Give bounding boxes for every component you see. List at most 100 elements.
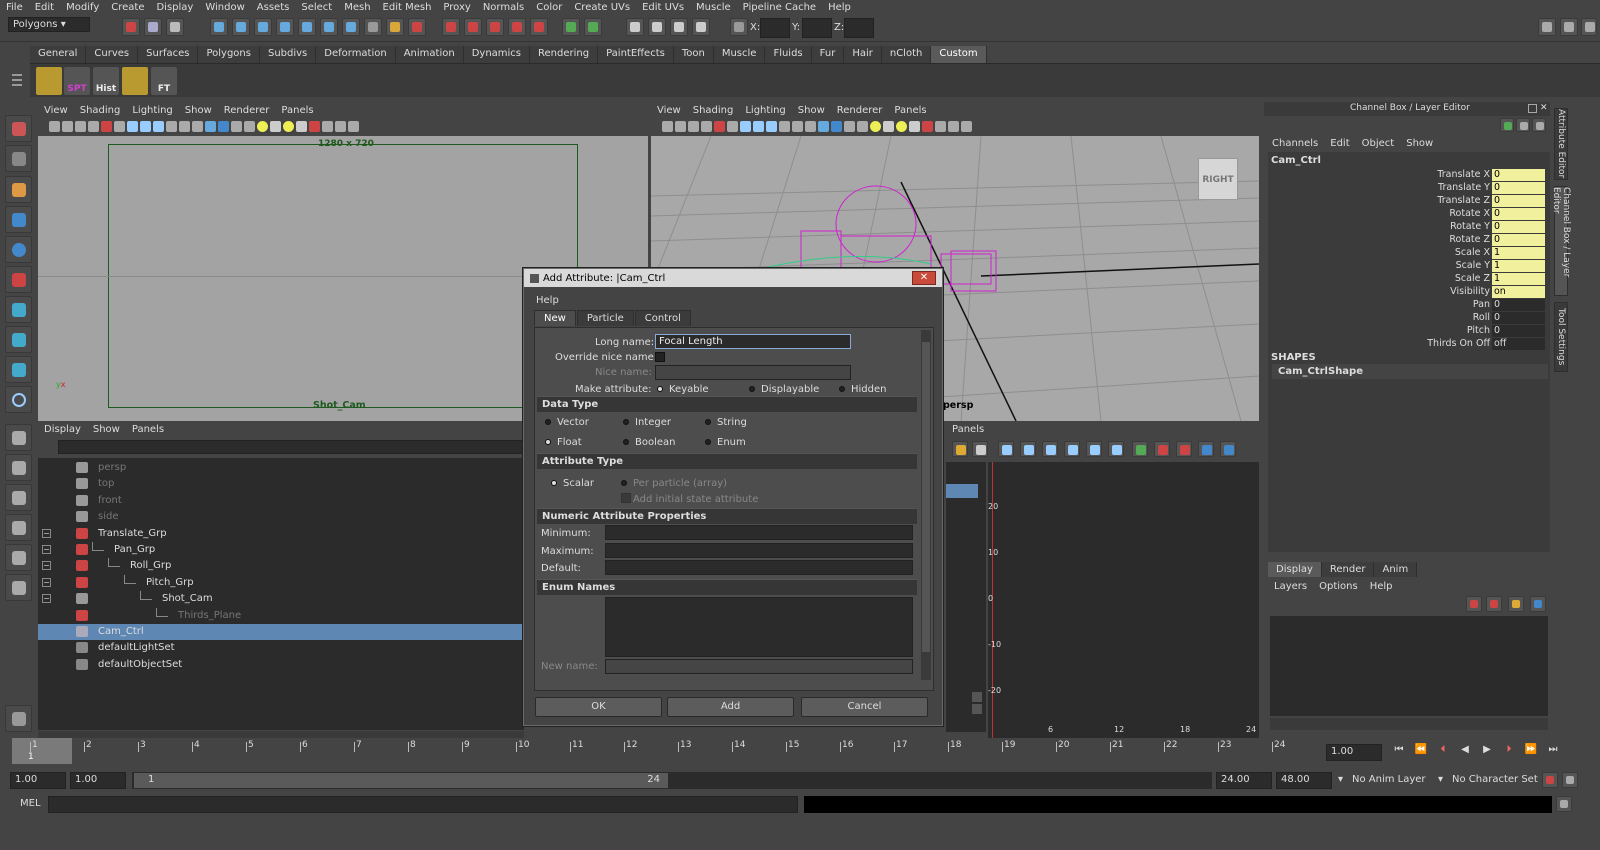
soft-mod-icon[interactable] (5, 326, 32, 353)
layout-outliner-icon[interactable] (5, 484, 32, 511)
hidden-radio[interactable] (839, 386, 845, 392)
history-on-icon[interactable] (486, 18, 504, 36)
key-icon[interactable] (952, 441, 968, 457)
outliner-menu-show[interactable]: Show (87, 424, 126, 435)
anim-end-field[interactable]: 48.00 (1276, 772, 1332, 789)
keyable-radio[interactable] (657, 386, 663, 392)
channel-row[interactable]: Roll 0 (1270, 311, 1548, 324)
menu-color[interactable]: Color (530, 2, 568, 13)
close-icon[interactable]: ✕ (1540, 103, 1548, 113)
menu-window[interactable]: Window (199, 2, 250, 13)
per-particle-radio[interactable] (621, 480, 627, 486)
object-mode-icon[interactable] (166, 18, 184, 36)
menu-proxy[interactable]: Proxy (437, 2, 476, 13)
outliner-row[interactable]: persp (38, 460, 524, 476)
viewport-tool-icon[interactable] (688, 121, 699, 132)
outliner-row[interactable]: − Pitch_Grp (38, 574, 524, 591)
channel-value[interactable]: 0 (1492, 168, 1545, 181)
menu-edit-uvs[interactable]: Edit UVs (636, 2, 690, 13)
viewport-tool-icon[interactable] (662, 121, 673, 132)
outliner-row[interactable]: Thirds_Plane (38, 607, 524, 624)
script-editor-icon[interactable] (1556, 796, 1572, 812)
channelbox-menu-show[interactable]: Show (1400, 138, 1439, 149)
outliner-row[interactable]: top (38, 476, 524, 492)
dialog-tab-new[interactable]: New (534, 310, 576, 326)
layout-persp-graph-icon[interactable] (5, 514, 32, 541)
hypershade-icon[interactable] (670, 18, 688, 36)
channel-row[interactable]: Translate Z0 (1270, 194, 1548, 207)
shape-name[interactable]: Cam_CtrlShape (1272, 364, 1548, 379)
graph-editor[interactable]: 20 10 0 -10 -20 6 12 18 24 (988, 462, 1259, 747)
channel-row[interactable]: Scale Y1 (1270, 259, 1548, 272)
muscle-tool-icon[interactable] (5, 705, 32, 732)
anim-prefs-icon[interactable] (1562, 772, 1578, 788)
break-tangent-icon[interactable] (1132, 441, 1148, 457)
viewport-tool-icon[interactable] (127, 121, 138, 132)
show-toolsettings-icon[interactable] (1581, 18, 1597, 36)
viewport-tool-icon[interactable] (283, 121, 294, 132)
outliner-row[interactable]: − Pan_Grp (38, 542, 524, 558)
integer-radio[interactable] (623, 419, 629, 425)
viewport-tool-icon[interactable] (88, 121, 99, 132)
channel-value[interactable]: 0 (1492, 233, 1545, 246)
universal-manip-icon[interactable] (5, 296, 32, 323)
history-off-icon[interactable] (508, 18, 526, 36)
play-forward-icon[interactable]: ▶ (1478, 744, 1496, 762)
outliner-row[interactable]: − Translate_Grp (38, 526, 524, 542)
numeric-properties-header[interactable]: Numeric Attribute Properties (537, 508, 917, 524)
default-input[interactable] (605, 560, 913, 575)
layer-menu-options[interactable]: Options (1313, 581, 1364, 592)
ok-button[interactable]: OK (535, 697, 662, 717)
shelf-tab-hair[interactable]: Hair (844, 46, 882, 63)
channel-row[interactable]: Rotate Z0 (1270, 233, 1548, 246)
channel-value[interactable]: on (1492, 285, 1545, 298)
frame-icon[interactable] (972, 441, 988, 457)
viewport-menu-lighting[interactable]: Lighting (739, 105, 791, 116)
new-layer-icon[interactable] (1508, 596, 1524, 612)
viewport-menu-shading[interactable]: Shading (687, 105, 740, 116)
shelf-script-icon[interactable] (36, 67, 62, 95)
enum-names-list[interactable] (605, 597, 913, 657)
select-mode-icon[interactable] (122, 18, 140, 36)
go-end-icon[interactable]: ⏭ (1544, 744, 1562, 762)
shelf-tab-polygons[interactable]: Polygons (198, 46, 260, 63)
channel-row[interactable]: Rotate Y0 (1270, 220, 1548, 233)
key-all-icon[interactable] (1500, 118, 1514, 132)
viewport-tool-icon[interactable] (870, 121, 881, 132)
tangent-flat-icon[interactable] (1086, 441, 1102, 457)
snap-plane-icon[interactable] (276, 18, 294, 36)
magnet-icon[interactable] (530, 18, 548, 36)
layout-single-icon[interactable] (5, 424, 32, 451)
rotate-tool-icon[interactable] (5, 236, 32, 263)
graph-scroll-down[interactable] (972, 704, 982, 714)
channel-value[interactable]: 0 (1492, 181, 1545, 194)
shelf-tab-surfaces[interactable]: Surfaces (138, 46, 199, 63)
viewport-tool-icon[interactable] (49, 121, 60, 132)
layout-hypershade-icon[interactable] (5, 544, 32, 571)
viewport-tool-icon[interactable] (961, 121, 972, 132)
viewport-tool-icon[interactable] (727, 121, 738, 132)
shelf-tab-subdivs[interactable]: Subdivs (259, 46, 317, 63)
maximum-input[interactable] (605, 543, 913, 558)
dialog-close-button[interactable]: ✕ (912, 271, 936, 285)
go-start-icon[interactable]: ⏮ (1390, 744, 1408, 762)
viewport-tool-icon[interactable] (740, 121, 751, 132)
viewport-tool-icon[interactable] (244, 121, 255, 132)
string-radio[interactable] (705, 419, 711, 425)
render-settings-icon[interactable] (648, 18, 666, 36)
viewport-tool-icon[interactable] (153, 121, 164, 132)
step-forward-key-icon[interactable]: ⏩ (1522, 744, 1540, 762)
snap-view-icon[interactable] (342, 18, 360, 36)
viewport-menu-panels[interactable]: Panels (888, 105, 932, 116)
shelf-tab-curves[interactable]: Curves (86, 46, 139, 63)
layer-up-icon[interactable] (1466, 596, 1482, 612)
cancel-button[interactable]: Cancel (801, 697, 928, 717)
viewport-tool-icon[interactable] (205, 121, 216, 132)
tab-channel-box[interactable]: Channel Box / Layer Editor (1551, 186, 1571, 296)
new-name-input[interactable] (605, 659, 913, 674)
construction-history-icon[interactable] (408, 18, 426, 36)
step-back-icon[interactable]: ⏴ (1434, 744, 1452, 762)
dialog-vscroll[interactable] (921, 330, 931, 680)
transform-input-icon[interactable] (730, 18, 748, 36)
expand-icon[interactable]: − (42, 561, 51, 571)
